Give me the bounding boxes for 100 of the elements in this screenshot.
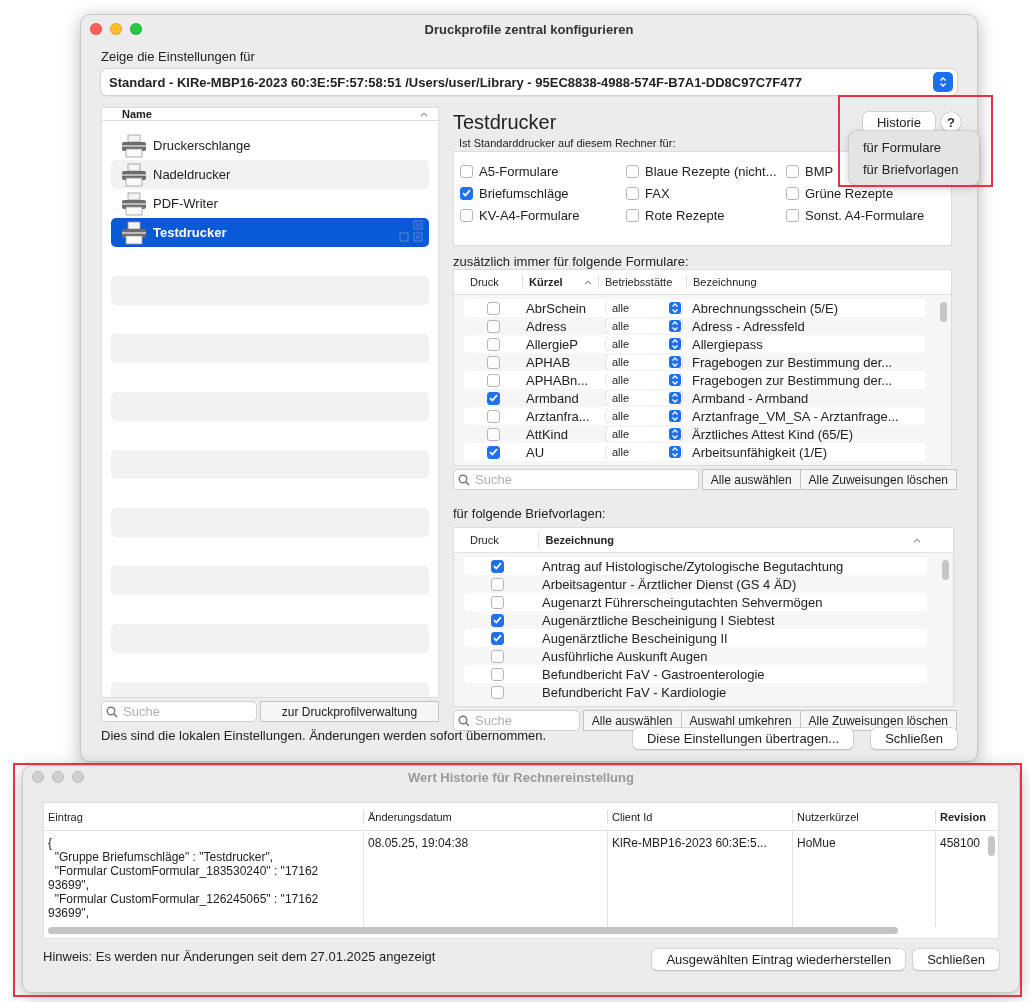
checkbox[interactable] xyxy=(786,164,799,178)
checkbox[interactable] xyxy=(786,208,799,222)
checkbox[interactable] xyxy=(786,186,799,200)
checkbox[interactable] xyxy=(460,164,473,178)
window-title: Wert Historie für Rechnereinstellung xyxy=(408,769,634,785)
site-dropdown[interactable]: alle xyxy=(606,355,682,369)
table-cell-text: APHAB xyxy=(525,354,572,370)
document-icon xyxy=(413,220,423,230)
dialog-button[interactable]: Ausgewählten Eintrag wiederherstellen xyxy=(652,949,906,970)
table-cell-text: Armband - Armband xyxy=(691,390,810,406)
info-text: Hinweis: Es werden nur Änderungen seit dem 27.01.2025 angezeigt xyxy=(43,949,437,964)
table-action-button[interactable]: Alle auswählen xyxy=(701,469,801,490)
site-dropdown[interactable]: alle xyxy=(606,427,682,441)
checkbox[interactable] xyxy=(460,208,473,222)
stepper-icon xyxy=(669,356,681,368)
checkbox[interactable] xyxy=(626,186,639,200)
checkbox[interactable] xyxy=(486,445,500,459)
sort-caret-icon xyxy=(584,279,592,285)
checkbox[interactable] xyxy=(486,373,500,387)
profile-label: Zeige die Einstellungen für xyxy=(101,49,255,64)
table-cell-text: AllergieP xyxy=(525,336,580,352)
minimize-button[interactable] xyxy=(52,771,64,783)
section-label: für folgende Briefvorlagen: xyxy=(453,506,606,521)
checkbox[interactable] xyxy=(490,649,504,663)
close-button[interactable] xyxy=(32,771,44,783)
checkbox[interactable] xyxy=(626,164,639,178)
printer-item[interactable]: Nadeldrucker xyxy=(111,160,429,189)
menu-item[interactable]: für Briefvorlagen xyxy=(849,158,979,180)
menu-item[interactable]: für Formulare xyxy=(849,136,979,158)
stepper-icon xyxy=(669,338,681,350)
checkbox[interactable] xyxy=(490,577,504,591)
printer-item[interactable]: Druckerschlange xyxy=(111,131,429,160)
scrollbar-thumb[interactable] xyxy=(940,302,947,322)
checkbox-label: Rote Rezepte xyxy=(645,207,725,223)
help-button[interactable]: ? xyxy=(941,112,961,132)
sort-caret-icon xyxy=(913,537,921,543)
stepper-icon xyxy=(669,374,681,386)
site-dropdown[interactable]: alle xyxy=(606,409,682,423)
checkbox[interactable] xyxy=(486,337,500,351)
checkbox[interactable] xyxy=(486,427,500,441)
sort-caret-icon xyxy=(420,111,428,117)
site-dropdown[interactable]: alle xyxy=(606,373,682,387)
column-header[interactable]: Name xyxy=(122,108,152,120)
profile-management-button[interactable]: zur Druckprofilverwaltung xyxy=(260,701,439,722)
checkbox-label: A5-Formulare xyxy=(479,163,559,179)
checkbox[interactable] xyxy=(490,667,504,681)
dialog-button[interactable]: Diese Einstellungen übertragen... xyxy=(632,728,854,749)
column-header[interactable]: Änderungsdatum xyxy=(363,809,607,824)
checkbox[interactable] xyxy=(486,355,500,369)
checkbox[interactable] xyxy=(626,208,639,222)
table-cell-text: Arztanfra... xyxy=(525,408,591,424)
printer-item[interactable]: PDF-Writer xyxy=(111,189,429,218)
site-dropdown[interactable]: alle xyxy=(606,319,682,333)
table-cell-text: Armband xyxy=(525,390,580,406)
column-header[interactable]: Client Id xyxy=(607,809,792,824)
scrollbar-thumb[interactable] xyxy=(988,836,995,856)
history-button[interactable]: Historie xyxy=(862,111,935,133)
stepper-icon xyxy=(669,302,681,314)
dialog-button[interactable]: Schließen xyxy=(913,949,999,970)
checkbox[interactable] xyxy=(486,409,500,423)
site-dropdown[interactable]: alle xyxy=(606,301,682,315)
checkbox[interactable] xyxy=(460,186,473,200)
profile-dropdown[interactable]: Standard - KlRe-MBP16-2023 60:3E:5F:57:58:51 /Users/user/Library - 95EC8838-4988-574F-B7A1-DD8C97C7F477 xyxy=(101,69,957,95)
column-header[interactable]: Revision xyxy=(935,809,998,824)
checkbox[interactable] xyxy=(490,595,504,609)
checkbox[interactable] xyxy=(490,631,504,645)
checkbox[interactable] xyxy=(486,319,500,333)
scrollbar-thumb[interactable] xyxy=(942,560,949,580)
column-header[interactable]: Bezeichnung xyxy=(538,533,927,547)
column-header[interactable]: Druck xyxy=(464,275,522,289)
column-header[interactable]: Bezeichnung xyxy=(686,275,918,289)
table-cell-text: Befundbericht FaV - Kardiologie xyxy=(541,684,728,700)
column-header[interactable]: Kürzel xyxy=(522,275,598,289)
checkbox[interactable] xyxy=(490,559,504,573)
zoom-button[interactable] xyxy=(72,771,84,783)
search-field[interactable]: Suche xyxy=(101,701,257,722)
dialog-button[interactable]: Schließen xyxy=(871,728,957,749)
column-header[interactable]: Betriebsstätte xyxy=(598,275,686,289)
search-field[interactable]: Suche xyxy=(453,469,699,490)
table-cell-text: AU xyxy=(525,444,546,460)
printer-icon xyxy=(121,162,147,187)
checkbox-label: FAX xyxy=(645,185,670,201)
site-dropdown[interactable]: alle xyxy=(606,337,682,351)
printer-item[interactable]: Testdrucker xyxy=(111,218,429,247)
site-dropdown[interactable]: alle xyxy=(606,391,682,405)
checkbox[interactable] xyxy=(486,301,500,315)
table-action-button[interactable]: Alle auswählen xyxy=(582,710,682,731)
printer-icon xyxy=(121,133,147,158)
column-header[interactable]: Nutzerkürzel xyxy=(792,809,935,824)
search-field[interactable]: Suche xyxy=(453,710,580,731)
checkbox[interactable] xyxy=(490,685,504,699)
scrollbar-thumb[interactable] xyxy=(48,927,898,934)
column-header[interactable]: Druck xyxy=(464,533,539,547)
checkbox[interactable] xyxy=(486,391,500,405)
table-cell-text: Antrag auf Histologische/Zytologische Begutachtung xyxy=(541,558,845,574)
checkbox[interactable] xyxy=(490,613,504,627)
checkbox-label: Briefumschläge xyxy=(479,185,569,201)
column-header[interactable]: Eintrag xyxy=(44,809,363,824)
table-action-button[interactable]: Alle Zuweisungen löschen xyxy=(799,469,957,490)
site-dropdown[interactable]: alle xyxy=(606,445,682,459)
